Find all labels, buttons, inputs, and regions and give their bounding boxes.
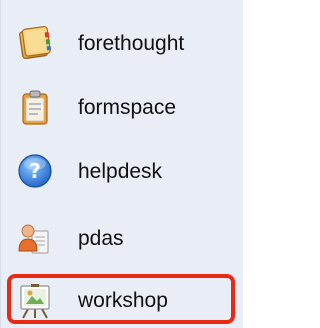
- list-item-label: pdas: [78, 226, 124, 250]
- list-item-forethought[interactable]: forethought: [15, 19, 237, 67]
- list-item-label: workshop: [78, 288, 168, 312]
- notebook-icon: [15, 23, 55, 63]
- help-icon: ?: [15, 151, 55, 191]
- clipboard-icon: [15, 87, 55, 127]
- list-item-pdas[interactable]: pdas: [15, 214, 237, 262]
- list-item-formspace[interactable]: formspace: [15, 83, 237, 131]
- sidebar-list: forethought formspace ? helpdesk pdas wo…: [0, 0, 243, 328]
- list-item-helpdesk[interactable]: ? helpdesk: [15, 147, 237, 195]
- svg-text:?: ?: [29, 159, 41, 183]
- list-item-label: helpdesk: [78, 159, 163, 183]
- list-item-label: forethought: [78, 31, 185, 55]
- list-item-workshop[interactable]: workshop: [15, 276, 237, 324]
- easel-icon: [15, 280, 55, 320]
- user-document-icon: [15, 218, 55, 258]
- list-item-label: formspace: [78, 95, 177, 119]
